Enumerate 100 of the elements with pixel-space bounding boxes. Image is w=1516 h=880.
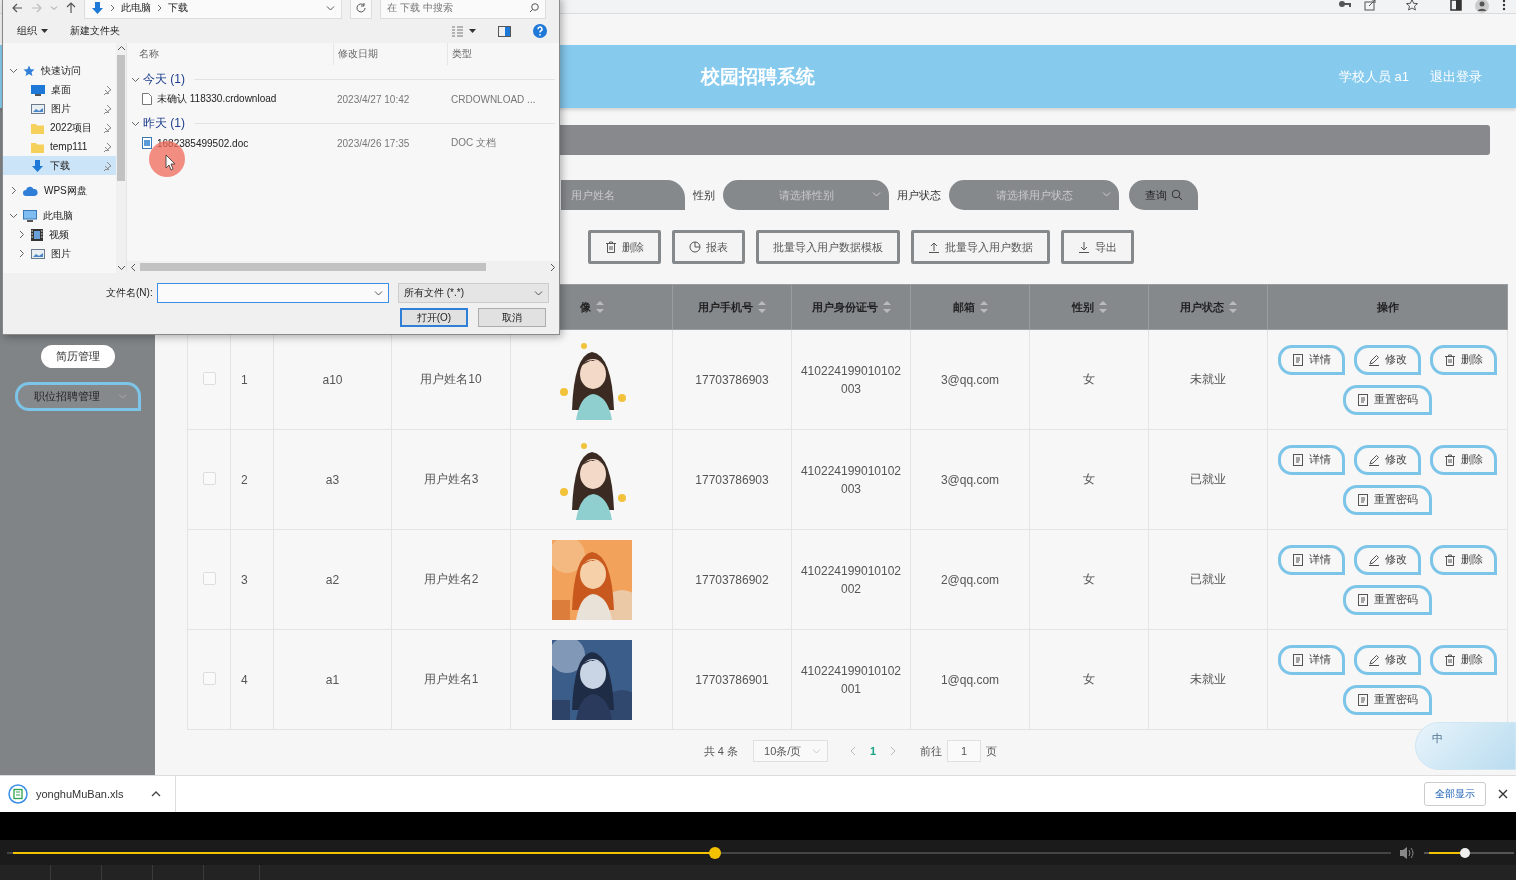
search-icon xyxy=(1170,189,1183,201)
export-button[interactable]: 导出 xyxy=(1061,230,1134,264)
table-cell: 2@qq.com xyxy=(910,529,1030,630)
table-cell: 女 xyxy=(1029,329,1149,430)
edit-button[interactable]: 修改 xyxy=(1354,644,1421,675)
chevron-right-icon xyxy=(9,186,17,195)
star-icon xyxy=(23,64,35,77)
pin-icon xyxy=(102,161,112,172)
gender-label: 性别 xyxy=(693,187,715,203)
edit-button[interactable]: 修改 xyxy=(1354,544,1421,575)
file-name-field[interactable] xyxy=(156,283,389,303)
checkbox[interactable] xyxy=(202,471,216,485)
details-button[interactable]: 详情 xyxy=(1278,444,1345,475)
nav-item[interactable]: 此电脑 xyxy=(3,206,116,225)
details-button[interactable]: 详情 xyxy=(1278,644,1345,675)
delete-button[interactable]: 删除 xyxy=(1430,644,1497,675)
pin-icon xyxy=(102,85,112,96)
breadcrumb-item[interactable]: 此电脑 xyxy=(121,1,151,15)
download-file-name[interactable]: yonghuMuBan.xls xyxy=(36,788,124,800)
query-button[interactable]: 查询 xyxy=(1129,180,1198,210)
document-icon xyxy=(1357,693,1369,706)
upload-icon xyxy=(928,241,940,253)
column-header[interactable]: 性别 xyxy=(1071,299,1107,315)
nav-item[interactable]: 2022项目 xyxy=(3,118,116,137)
group-header[interactable]: 今天 (1) xyxy=(143,70,185,88)
delete-button[interactable]: 删除 xyxy=(1430,444,1497,475)
reset-password-button[interactable]: 重置密码 xyxy=(1343,684,1432,715)
template-import-button[interactable]: 批量导入用户数据模板 xyxy=(756,230,900,264)
toolbar-button[interactable]: 组织 xyxy=(17,24,48,38)
delete-button[interactable]: 删除 xyxy=(588,230,661,264)
column-header[interactable]: 用户手机号 xyxy=(698,299,766,315)
column-header[interactable]: 用户状态 xyxy=(1179,299,1237,315)
table-cell: 410224199010102002 xyxy=(791,529,911,630)
document-icon xyxy=(141,137,153,149)
file-name[interactable]: 未确认 118330.crdownload xyxy=(157,92,277,106)
nav-item[interactable]: 桌面 xyxy=(3,80,116,99)
nav-item[interactable]: WPS网盘 xyxy=(3,181,116,200)
checkbox[interactable] xyxy=(202,371,216,385)
chevron-left-icon xyxy=(130,262,136,272)
open-button[interactable]: 打开(O) xyxy=(400,308,468,327)
import-button[interactable]: 批量导入用户数据 xyxy=(911,230,1050,264)
goto-page-field[interactable]: 1 xyxy=(947,740,982,762)
address-bar[interactable]: 此电脑 下载 xyxy=(84,0,342,19)
column-header[interactable]: 邮箱 xyxy=(952,299,988,315)
edit-button[interactable]: 修改 xyxy=(1354,444,1421,475)
refresh-button[interactable] xyxy=(350,0,372,19)
details-button[interactable]: 详情 xyxy=(1278,544,1345,575)
checkbox[interactable] xyxy=(202,571,216,585)
reset-password-button[interactable]: 重置密码 xyxy=(1343,584,1432,615)
sidebar-item[interactable]: 简历管理 xyxy=(40,345,115,368)
film-icon xyxy=(31,228,43,241)
volume-handle[interactable] xyxy=(1460,847,1470,858)
user-name: 学校人员 a1 xyxy=(1338,67,1409,86)
reset-password-button[interactable]: 重置密码 xyxy=(1343,384,1432,415)
report-button[interactable]: 报表 xyxy=(672,230,745,264)
nav-item[interactable]: 下载 xyxy=(3,156,116,175)
edit-button[interactable]: 修改 xyxy=(1354,344,1421,375)
horizontal-scrollbar[interactable] xyxy=(127,261,559,273)
chevron-right-icon xyxy=(157,4,162,12)
checkbox[interactable] xyxy=(202,671,216,685)
reset-password-button[interactable]: 重置密码 xyxy=(1343,484,1432,515)
show-all-button[interactable]: 全部显示 xyxy=(1424,782,1486,806)
file-name[interactable]: 1682385499502.doc xyxy=(157,137,249,149)
table-cell: 女 xyxy=(1029,429,1149,530)
pencil-icon xyxy=(1368,353,1380,366)
sort-icon xyxy=(979,301,988,313)
nav-item[interactable]: 视频 xyxy=(3,225,116,244)
trash-icon xyxy=(1444,653,1456,666)
nav-item[interactable]: 快速访问 xyxy=(3,61,116,80)
forward-icon xyxy=(31,3,42,13)
download-arrow-icon xyxy=(91,2,104,14)
page-size-select[interactable]: 10条/页 xyxy=(753,740,829,762)
pencil-icon xyxy=(1368,553,1380,566)
sidebar-item[interactable]: 职位招聘管理 xyxy=(14,382,141,411)
key-icon xyxy=(1338,0,1351,10)
caret-icon xyxy=(118,393,127,400)
file-type-select[interactable]: 所有文件 (*.*) xyxy=(398,283,549,303)
nav-item[interactable]: 图片 xyxy=(3,99,116,118)
trash-icon xyxy=(1444,553,1456,566)
group-header[interactable]: 昨天 (1) xyxy=(143,114,185,132)
column-header[interactable]: 像 xyxy=(579,299,604,315)
document-icon xyxy=(1357,493,1369,506)
breadcrumb-item[interactable]: 下载 xyxy=(168,1,188,15)
column-header[interactable]: 名称 xyxy=(127,47,333,61)
ime-status-button[interactable]: 中 xyxy=(1415,722,1516,770)
details-button[interactable]: 详情 xyxy=(1278,344,1345,375)
prev-page-icon xyxy=(850,746,857,756)
cancel-button[interactable]: 取消 xyxy=(478,308,546,327)
column-header[interactable]: 修改日期 xyxy=(333,43,447,65)
search-field[interactable]: 在 下载 中搜索 xyxy=(380,0,546,19)
toolbar-button[interactable]: 新建文件夹 xyxy=(70,24,120,38)
goto-label: 前往 xyxy=(920,743,943,759)
column-header[interactable]: 类型 xyxy=(447,43,559,65)
delete-button[interactable]: 删除 xyxy=(1430,544,1497,575)
table-cell: 410224199010102003 xyxy=(791,329,911,430)
nav-item[interactable]: 图片 xyxy=(3,244,116,263)
delete-button[interactable]: 删除 xyxy=(1430,344,1497,375)
nav-item[interactable]: temp111 xyxy=(3,137,116,156)
progress-handle[interactable] xyxy=(709,846,722,859)
up-arrow-icon xyxy=(66,2,76,14)
